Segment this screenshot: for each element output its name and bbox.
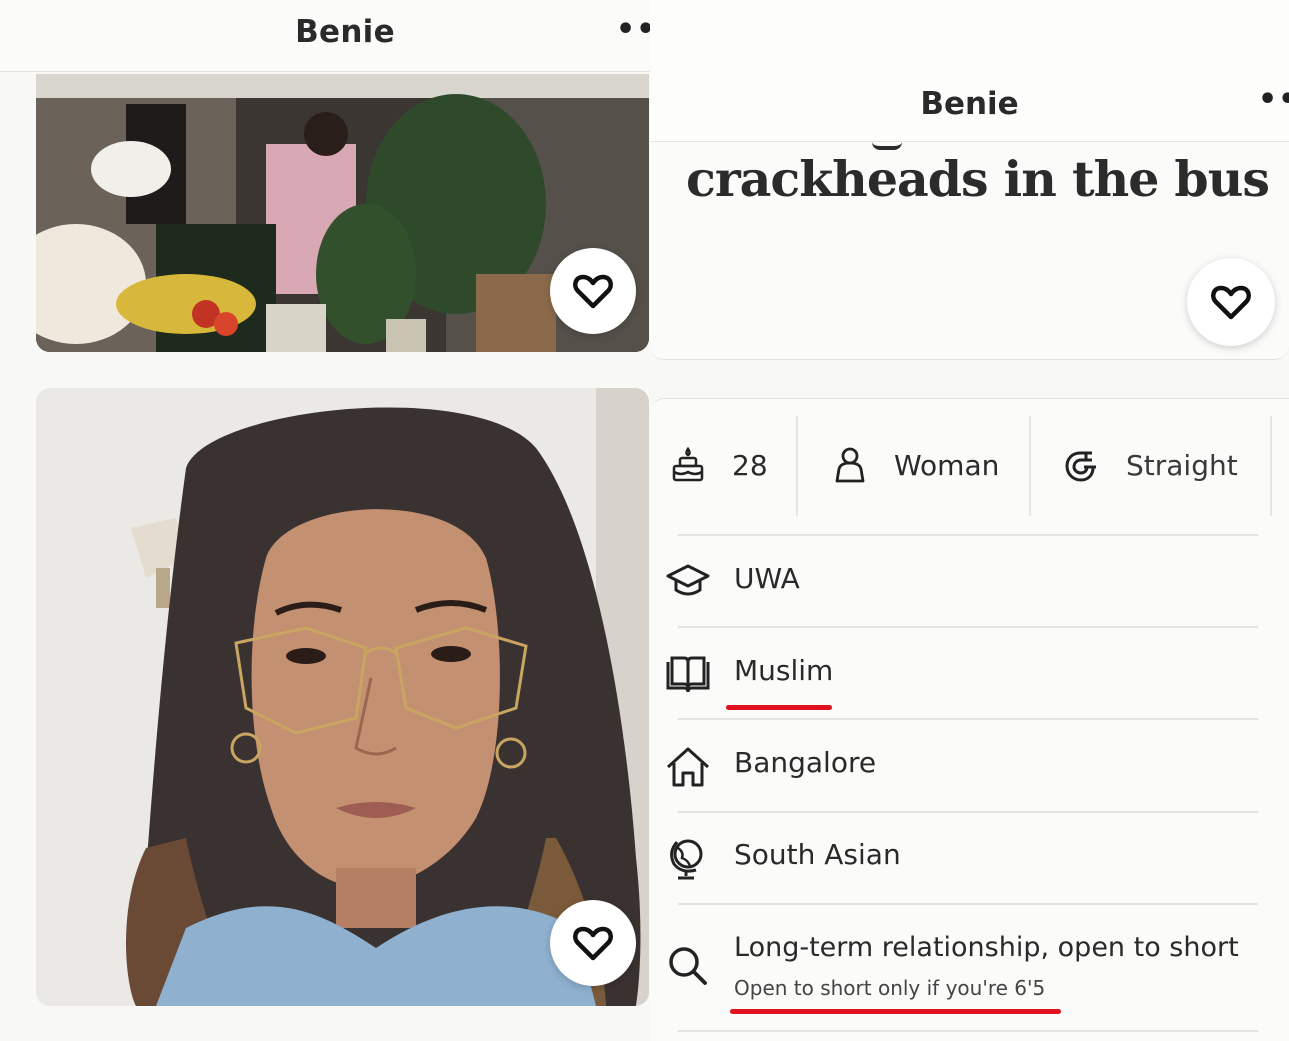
stat-gender: Woman [830, 412, 999, 518]
stat-orientation-value: Straight [1126, 448, 1238, 482]
cake-icon [672, 446, 704, 482]
profile-photo[interactable] [36, 388, 649, 1006]
ethnicity-text: South Asian [734, 838, 901, 871]
education-text: UWA [734, 562, 800, 595]
annotation-underline [726, 705, 832, 710]
divider [678, 718, 1258, 720]
intention-note: Open to short only if you're 6'5 [734, 976, 1046, 1000]
divider [678, 626, 1258, 628]
stats-row: 28 Woman Straight [650, 412, 1289, 518]
like-button[interactable] [1187, 258, 1275, 346]
more-dots-icon[interactable]: ••• [1258, 82, 1289, 117]
profile-photo[interactable] [36, 74, 649, 352]
divider [1029, 416, 1031, 516]
divider [678, 811, 1258, 813]
heart-icon [573, 274, 613, 309]
annotation-underline [730, 1009, 1061, 1014]
divider [1270, 416, 1272, 516]
home-icon [666, 747, 710, 787]
divider [796, 416, 798, 516]
more-dots-icon[interactable]: ••• [616, 12, 650, 47]
clipped-text-fragment [872, 142, 902, 150]
divider [678, 903, 1258, 905]
stat-age: 28 [668, 412, 768, 518]
magnet-icon [1065, 451, 1096, 482]
stat-orientation: Straight [1062, 412, 1238, 518]
profile-name: Benie [920, 86, 1019, 122]
left-screen: Benie ••• [0, 0, 650, 1041]
hometown-text: Bangalore [734, 746, 877, 779]
divider [678, 534, 1258, 536]
profile-name: Benie [295, 14, 395, 50]
stat-gender-value: Woman [894, 448, 1000, 482]
photo-portrait [36, 388, 649, 1006]
open-book-icon [666, 656, 710, 693]
graduation-cap-icon [666, 564, 710, 596]
like-button[interactable] [550, 900, 636, 986]
top-blank-area [650, 0, 1289, 72]
heart-icon [573, 926, 613, 961]
intention-text: Long-term relationship, open to short [734, 932, 1239, 963]
divider [678, 1030, 1258, 1032]
religion-text: Muslim [734, 654, 834, 687]
globe-icon [670, 839, 703, 880]
right-screen: Benie ••• crackheads in the bus 28 Woman [650, 0, 1289, 1041]
search-icon [669, 947, 707, 985]
prompt-answer: crackheads in the bus [686, 150, 1270, 208]
person-icon [835, 447, 865, 483]
stat-age-value: 28 [732, 448, 768, 482]
profile-header: Benie ••• [0, 0, 650, 72]
heart-icon [1211, 285, 1251, 320]
like-button[interactable] [550, 248, 636, 334]
